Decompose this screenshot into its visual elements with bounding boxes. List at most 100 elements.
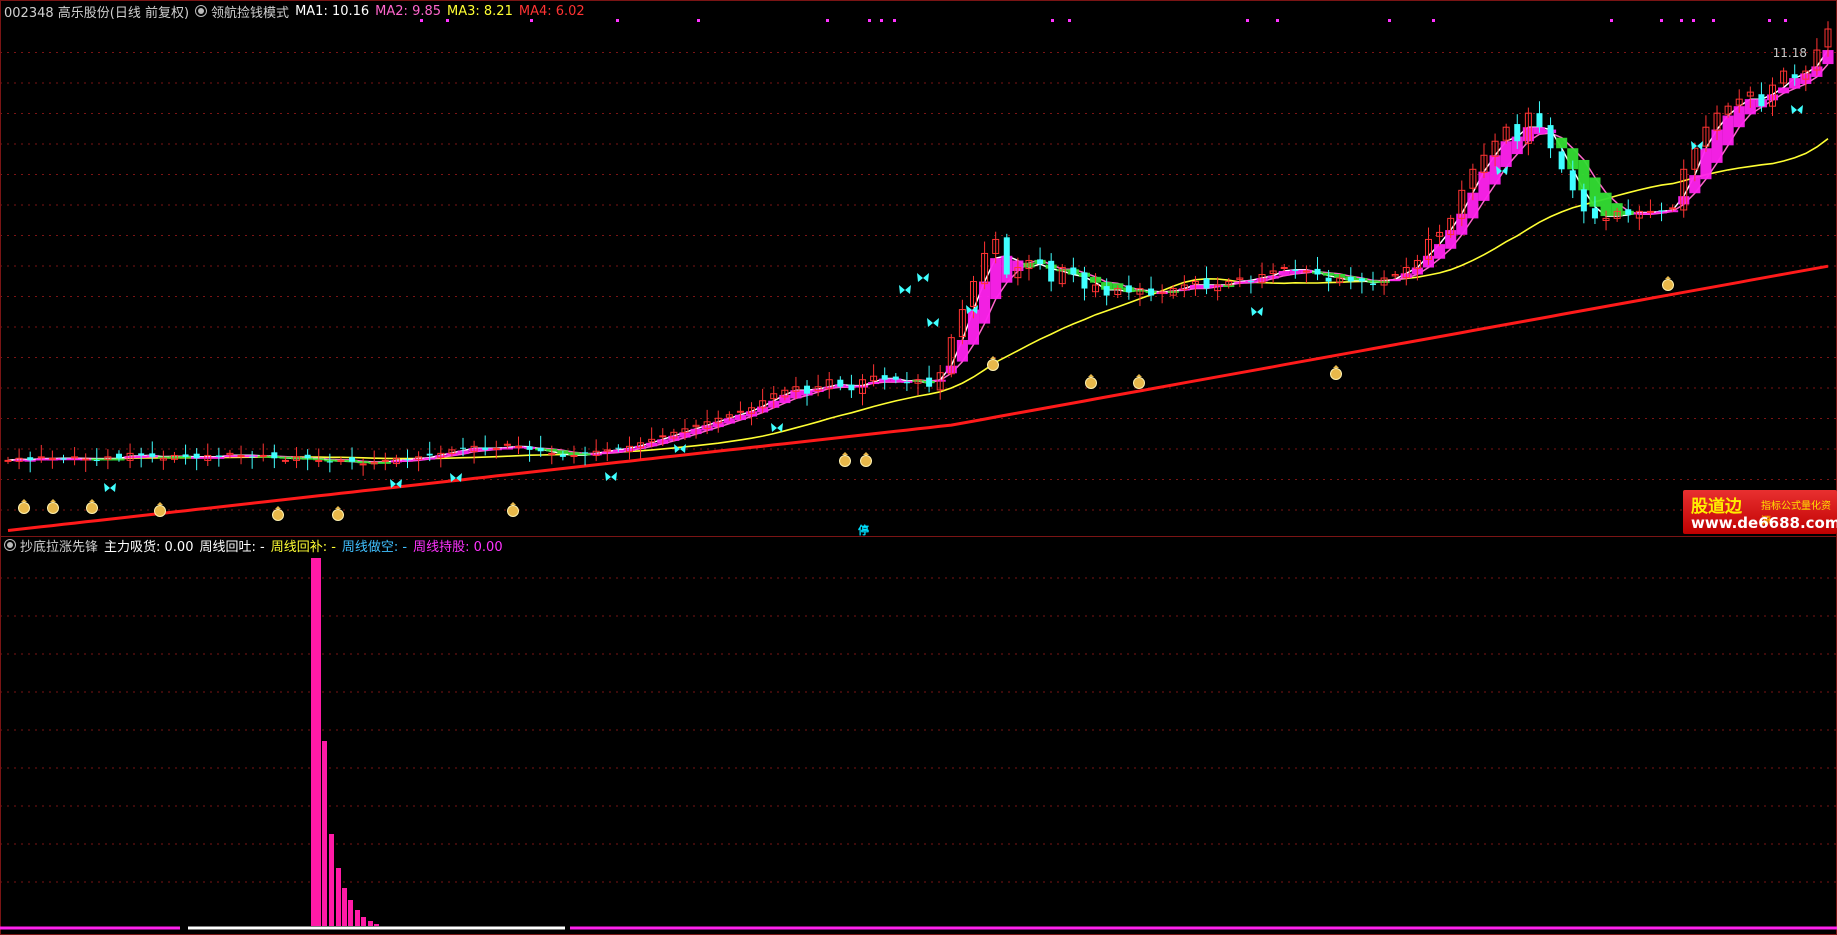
suspension-mark: 停 [858, 524, 869, 537]
butterfly-icon-wings [104, 483, 116, 492]
butterfly-icon [917, 273, 929, 282]
money-bag-icon [1133, 374, 1145, 389]
ma4-line [7, 264, 1829, 532]
indicator-histogram [311, 558, 379, 926]
candle-body [193, 453, 200, 459]
ind-item-weekly-spit: 周线回吐: - [199, 539, 265, 555]
candle-body [736, 410, 744, 413]
histogram-bar [374, 924, 379, 926]
signal-dot [697, 19, 700, 22]
money-bag-icon [839, 452, 851, 467]
money-bag-icon-knot [89, 499, 95, 502]
watermark-logo: 股道边 指标公式量化资源 www.de6688.com [1683, 490, 1837, 534]
money-bag-icon [987, 356, 999, 371]
candle-body [570, 454, 578, 457]
formula-toggle-icon[interactable] [195, 5, 208, 17]
candle-body [492, 447, 500, 450]
band-block [1722, 115, 1734, 146]
candle-body [804, 385, 811, 394]
candle-body [1758, 94, 1765, 107]
butterfly-icon [104, 483, 116, 492]
indicator-name[interactable]: 抄底拉涨先锋 [20, 536, 98, 555]
candle-body [1081, 272, 1088, 289]
indicator-toggle-icon[interactable] [4, 539, 16, 551]
money-bag-icon-knot [1136, 374, 1142, 377]
butterfly-icon-wings [1251, 307, 1263, 316]
candle-body [304, 454, 311, 459]
candle-body [1292, 269, 1299, 271]
logo-url: www.de6688.com [1691, 514, 1837, 532]
candle-body [482, 447, 489, 450]
histogram-bar [322, 741, 327, 926]
money-bag-icon [1330, 365, 1342, 380]
candle-body [514, 445, 522, 448]
band-block [1500, 141, 1512, 167]
money-bag-icon-body [1085, 377, 1097, 389]
band-block [1389, 279, 1401, 282]
histogram-bar [361, 917, 366, 926]
candle-body [526, 446, 533, 450]
histogram-bar [316, 558, 321, 926]
money-bag-icon [154, 502, 166, 517]
candle-body [182, 454, 189, 457]
candle-body [1203, 278, 1210, 289]
band-block [1778, 87, 1790, 94]
money-bag-icon [272, 506, 284, 521]
money-bag-icon-body [86, 502, 98, 514]
butterfly-icon [899, 285, 911, 294]
candle-body [582, 452, 589, 454]
signal-dot [893, 19, 896, 22]
candle-body [281, 459, 289, 462]
formula-name[interactable]: 领航捡钱模式 [211, 2, 289, 21]
money-bag-icon [1662, 276, 1674, 291]
candle-body [615, 447, 622, 449]
candle-body [1148, 288, 1155, 296]
butterfly-icon-wings [927, 318, 939, 327]
money-bag-icon-body [1662, 279, 1674, 291]
butterfly-icon [1251, 307, 1263, 316]
ma3-label: MA3: 8.21 [447, 3, 513, 19]
ma3-line [7, 138, 1829, 462]
candle-body [1370, 283, 1376, 286]
ind-item-main-buy: 主力吸货: 0.00 [104, 539, 194, 555]
histogram-bar [355, 910, 360, 926]
candle-body [659, 435, 667, 438]
candle-body [1791, 74, 1798, 79]
ma1-label: MA1: 10.16 [295, 3, 370, 19]
butterfly-icon [605, 472, 617, 481]
candle-body [837, 379, 844, 387]
candle-body [404, 459, 411, 461]
signal-dot [1784, 19, 1787, 22]
kline-chart[interactable] [0, 0, 1837, 935]
money-bag-icon-body [987, 359, 999, 371]
candle-body [48, 457, 56, 460]
money-bag-icon-knot [1088, 374, 1094, 377]
candle-body [903, 381, 910, 384]
candle-body [1247, 281, 1254, 283]
signal-dot [1660, 19, 1663, 22]
signal-dot [1610, 19, 1613, 22]
ma2-label: MA2: 9.85 [375, 3, 442, 19]
candle-body [1314, 268, 1321, 275]
butterfly-icon-wings [605, 472, 617, 481]
histogram-bar [336, 868, 341, 926]
money-bag-icon-body [1133, 377, 1145, 389]
signal-dot [1712, 19, 1715, 22]
signal-dot [1432, 19, 1435, 22]
candle-body [1536, 113, 1543, 128]
stock-title[interactable]: 002348 高乐股份(日线 前复权) [4, 2, 189, 21]
ind-item-weekly-hold: 周线持股: 0.00 [413, 539, 503, 555]
money-bag-icon-body [47, 502, 59, 514]
signal-dot [616, 19, 619, 22]
candle-body [271, 452, 278, 459]
money-bag-icon-knot [842, 452, 848, 455]
candle-body [1558, 151, 1565, 170]
candle-body [892, 376, 899, 380]
money-bag-icon-knot [510, 502, 516, 505]
price-legend: 002348 高乐股份(日线 前复权) 领航捡钱模式 MA1: 10.16 MA… [4, 1, 591, 21]
money-bag-icon-knot [275, 506, 281, 509]
candle-body [1003, 237, 1010, 275]
band-block [1278, 271, 1290, 276]
signal-dot [1768, 19, 1771, 22]
signal-dot [880, 19, 883, 22]
